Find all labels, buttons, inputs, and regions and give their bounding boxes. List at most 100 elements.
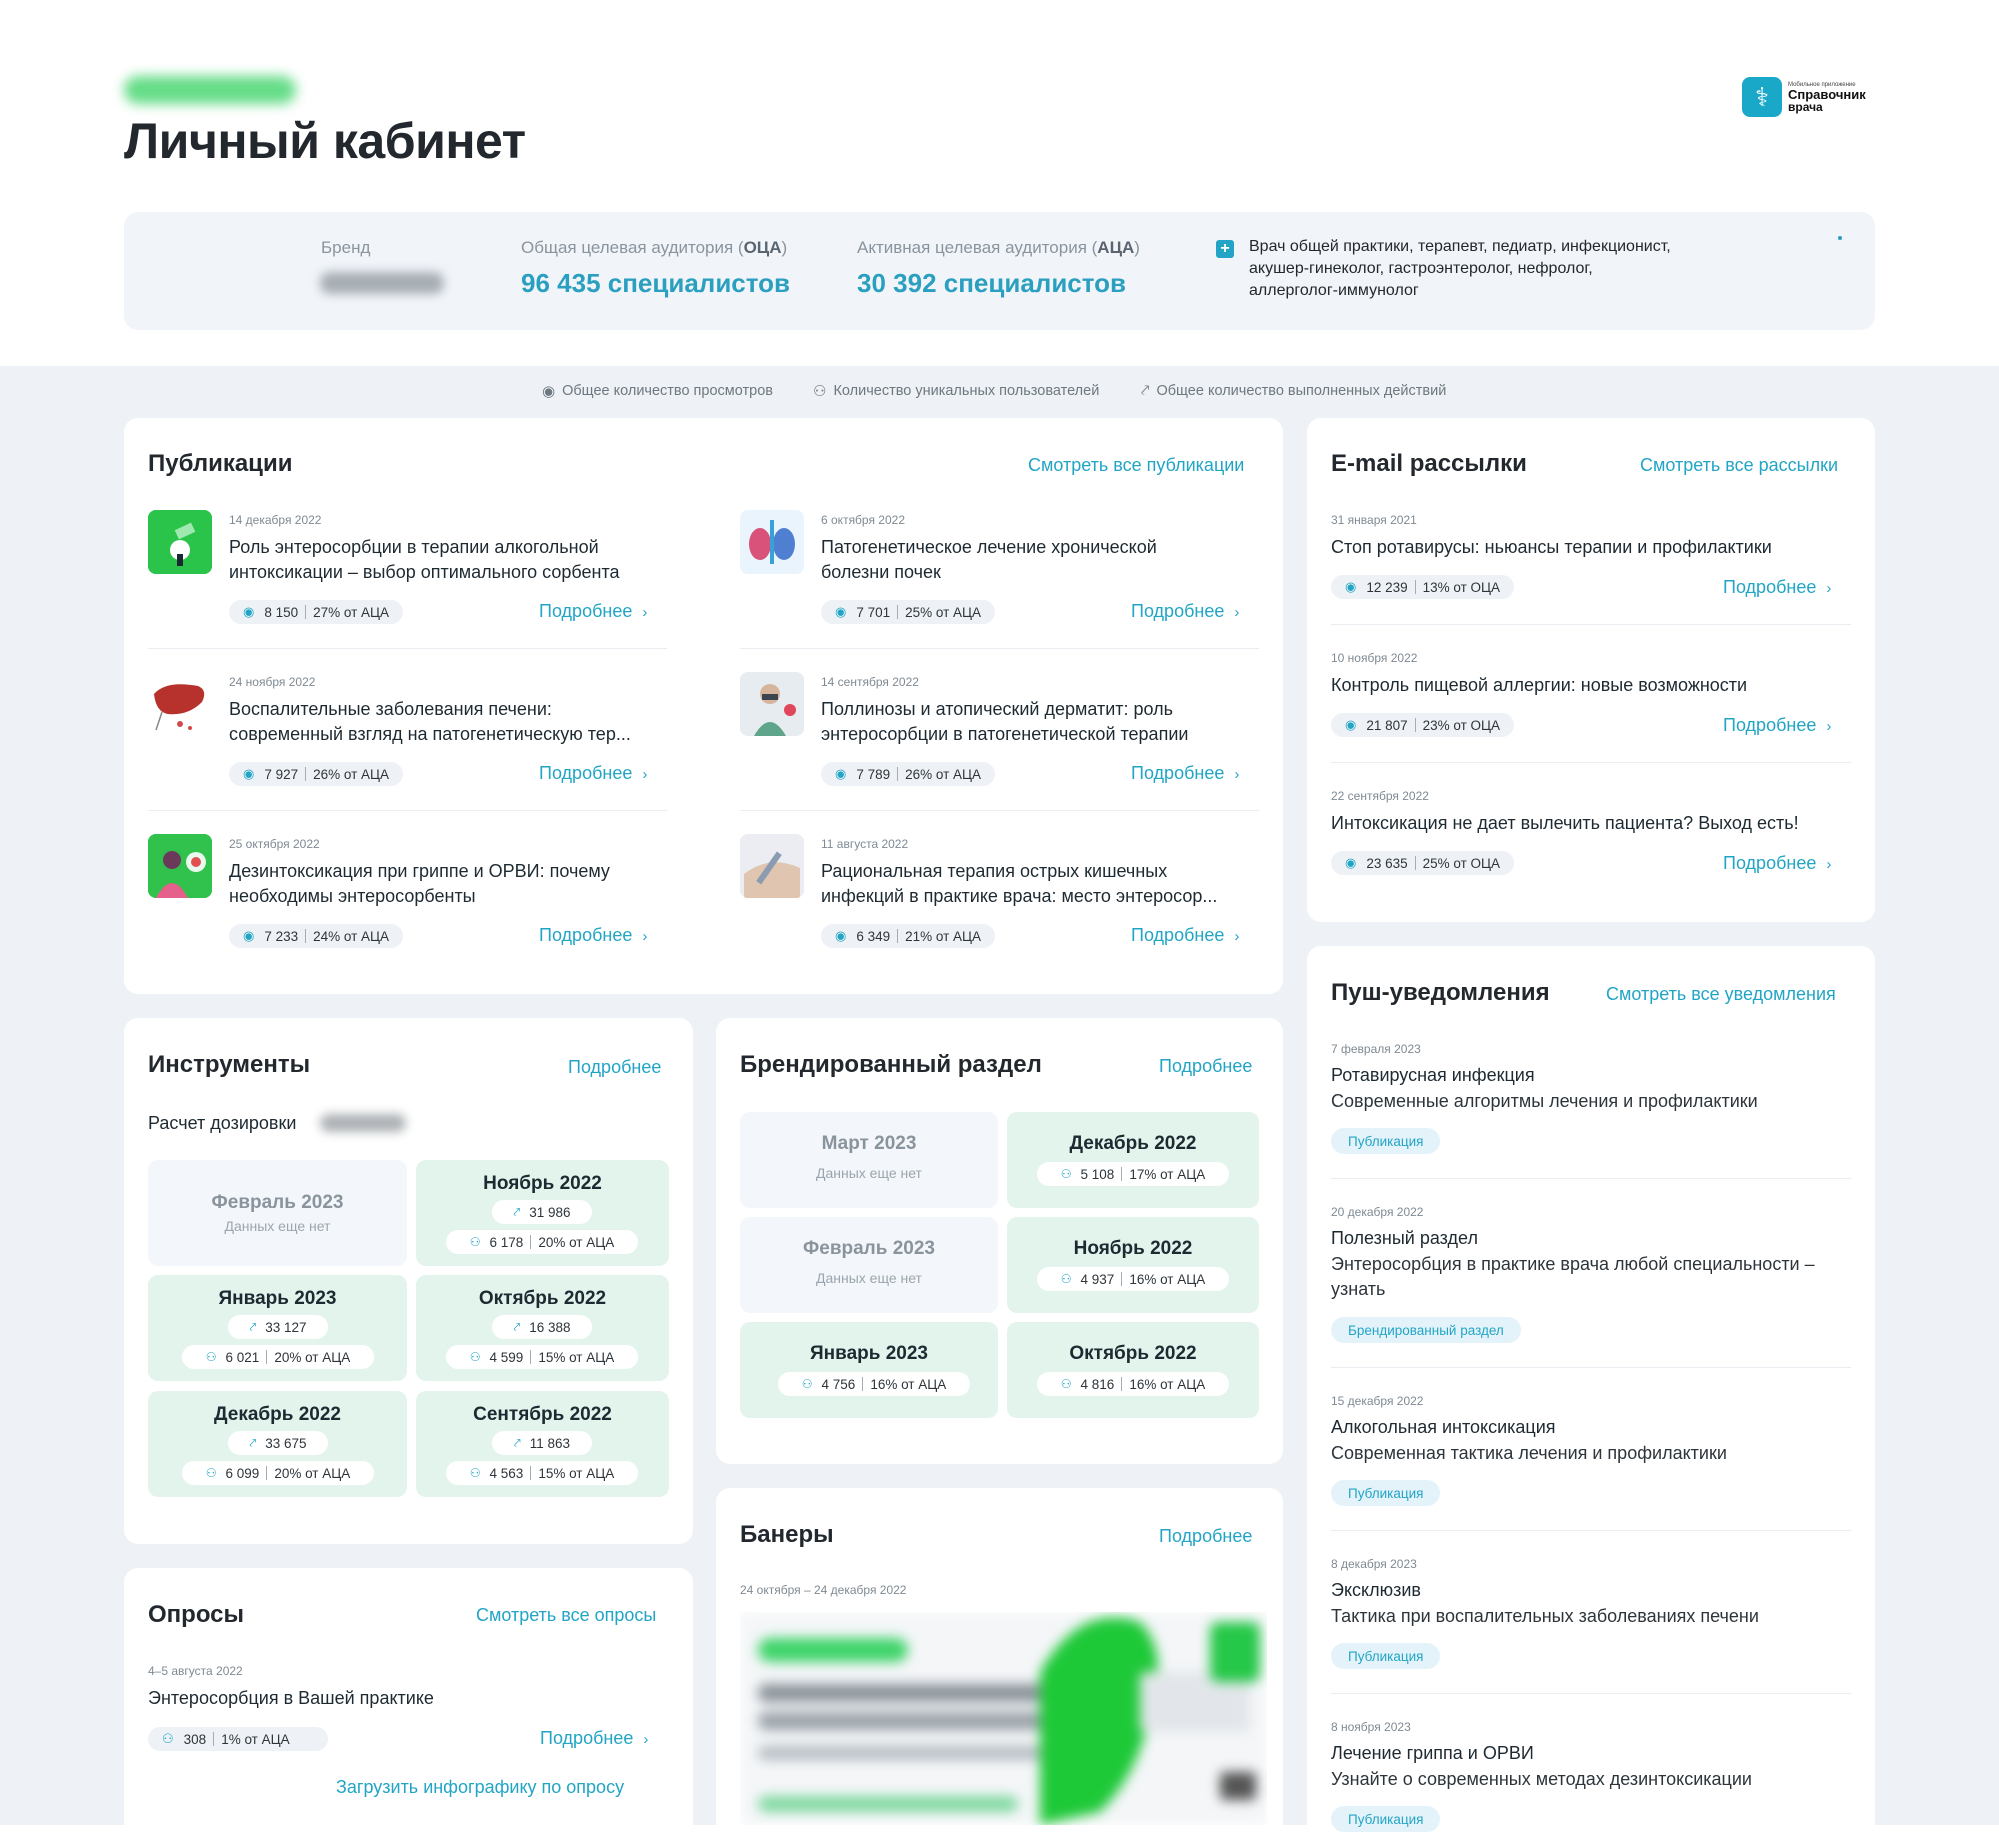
users-icon: ⚇ xyxy=(205,1466,217,1480)
users-stat: ⚇ 4 563 15% от АЦА xyxy=(446,1461,638,1485)
tools-tile-jan-2023[interactable]: Январь 2023 ⤤ 33 127 ⚇ 6 021 20% от АЦА xyxy=(148,1275,407,1381)
publication-thumb-liver[interactable] xyxy=(148,672,212,736)
eye-icon: ◉ xyxy=(542,383,556,400)
eye-icon: ◉ xyxy=(243,604,255,619)
publication-stats: ◉ 8 150 27% от АЦА xyxy=(229,600,404,624)
branded-title: Брендированный раздел xyxy=(740,1051,1042,1078)
users-icon: ⚇ xyxy=(1060,1167,1072,1181)
email-date: 31 января 2021 xyxy=(1331,513,1417,527)
publication-title[interactable]: Рациональная терапия острых кишечных инфе… xyxy=(821,859,1217,909)
eye-icon: ◉ xyxy=(835,604,847,619)
email-more-link[interactable]: Подробнее › xyxy=(1723,853,1831,874)
email-item-title[interactable]: Контроль пищевой аллергии: новые возможн… xyxy=(1331,673,1747,698)
publication-date: 24 ноября 2022 xyxy=(229,675,316,689)
users-stat: ⚇ 5 108 17% от АЦА xyxy=(1037,1162,1229,1186)
actions-stat: ⤤ 11 863 xyxy=(492,1431,592,1455)
tools-tile-sep-2022[interactable]: Сентябрь 2022 ⤤ 11 863 ⚇ 4 563 15% от АЦА xyxy=(416,1391,669,1497)
pointer-icon: ⤤ xyxy=(513,1319,521,1334)
publication-date: 25 октября 2022 xyxy=(229,837,320,851)
tools-tile-oct-2022[interactable]: Октябрь 2022 ⤤ 16 388 ⚇ 4 599 15% от АЦА xyxy=(416,1275,669,1381)
legend-users: ⚇ Количество уникальных пользователей xyxy=(813,383,1100,400)
users-stat: ⚇ 4 816 16% от АЦА xyxy=(1037,1372,1229,1396)
eye-icon: ◉ xyxy=(243,766,255,781)
push-item-title[interactable]: Лечение гриппа и ОРВИ xyxy=(1331,1743,1534,1764)
push-date: 8 ноября 2023 xyxy=(1331,1720,1411,1734)
publication-more-link[interactable]: Подробнее › xyxy=(539,601,647,622)
brand-label: Бренд xyxy=(321,238,371,257)
divider xyxy=(740,810,1259,811)
branded-tile-nov-2022[interactable]: Ноябрь 2022 ⚇ 4 937 16% от АЦА xyxy=(1007,1217,1259,1313)
publication-more-link[interactable]: Подробнее › xyxy=(539,763,647,784)
all-push-link[interactable]: Смотреть все уведомления xyxy=(1606,984,1836,1005)
publication-thumb-alcohol[interactable] xyxy=(148,510,212,574)
tools-tile-nov-2022[interactable]: Ноябрь 2022 ⤤ 31 986 ⚇ 6 178 20% от АЦА xyxy=(416,1160,669,1266)
email-more-link[interactable]: Подробнее › xyxy=(1723,577,1831,598)
publication-more-link[interactable]: Подробнее › xyxy=(1131,925,1239,946)
publication-thumb-pollinosis[interactable] xyxy=(740,672,804,736)
tools-tile-feb-2023[interactable]: Февраль 2023 Данных еще нет xyxy=(148,1160,407,1266)
publication-more-link[interactable]: Подробнее › xyxy=(1131,601,1239,622)
push-badge: Публикация xyxy=(1331,1806,1441,1832)
push-badge: Публикация xyxy=(1331,1480,1441,1506)
download-infographic-link[interactable]: Загрузить инфографику по опросу xyxy=(336,1777,624,1798)
publication-thumb-intestinal[interactable] xyxy=(740,834,804,898)
publication-thumb-kidney[interactable] xyxy=(740,510,804,574)
publication-title[interactable]: Поллинозы и атопический дерматит: роль эн… xyxy=(821,697,1188,747)
branded-tile-dec-2022[interactable]: Декабрь 2022 ⚇ 5 108 17% от АЦА xyxy=(1007,1112,1259,1208)
push-item-title[interactable]: Эксклюзив xyxy=(1331,1580,1421,1601)
publication-title[interactable]: Патогенетическое лечение хронической боле… xyxy=(821,535,1157,585)
publication-stats: ◉ 6 349 21% от АЦА xyxy=(821,924,996,948)
users-stat: ⚇ 6 099 20% от АЦА xyxy=(182,1461,374,1485)
branded-tile-mar-2023[interactable]: Март 2023 Данных еще нет xyxy=(740,1112,998,1208)
divider xyxy=(148,810,667,811)
branded-more-link[interactable]: Подробнее xyxy=(1159,1056,1252,1077)
email-stats: ◉ 23 635 25% от ОЦА xyxy=(1331,851,1515,875)
survey-title[interactable]: Энтеросорбция в Вашей практике xyxy=(148,1686,434,1711)
branded-tile-jan-2023[interactable]: Январь 2023 ⚇ 4 756 16% от АЦА xyxy=(740,1322,998,1418)
legend-actions: ⤤ Общее количество выполненных действий xyxy=(1141,382,1447,399)
tools-more-link[interactable]: Подробнее xyxy=(568,1057,661,1078)
push-item-subtitle: Современные алгоритмы лечения и профилак… xyxy=(1331,1091,1758,1111)
push-item-title[interactable]: Полезный раздел xyxy=(1331,1228,1478,1249)
all-publications-link[interactable]: Смотреть все публикации xyxy=(1028,455,1244,476)
actions-stat: ⤤ 16 388 xyxy=(492,1315,592,1339)
divider xyxy=(1331,1367,1851,1368)
email-item-title[interactable]: Интоксикация не дает вылечить пациента? … xyxy=(1331,811,1799,836)
blurred-banner-preview[interactable] xyxy=(740,1612,1267,1825)
divider xyxy=(1331,1530,1851,1531)
banners-period: 24 октября – 24 декабря 2022 xyxy=(740,1583,907,1597)
publication-title[interactable]: Воспалительные заболевания печени: соврем… xyxy=(229,697,631,747)
tools-tile-dec-2022[interactable]: Декабрь 2022 ⤤ 33 675 ⚇ 6 099 20% от АЦА xyxy=(148,1391,407,1497)
chevron-right-icon: › xyxy=(642,604,648,621)
plus-icon[interactable]: + xyxy=(1216,240,1234,258)
publication-more-link[interactable]: Подробнее › xyxy=(539,925,647,946)
push-item-title[interactable]: Алкогольная интоксикация xyxy=(1331,1417,1556,1438)
chevron-right-icon: › xyxy=(1826,718,1832,735)
push-date: 7 февраля 2023 xyxy=(1331,1042,1421,1056)
aca-label: Активная целевая аудитория (АЦА) xyxy=(857,238,1140,257)
survey-more-link[interactable]: Подробнее › xyxy=(540,1728,648,1749)
app-logo[interactable]: ⚕ Мобильное приложение Справочник врача xyxy=(1742,77,1866,117)
email-item-title[interactable]: Стоп ротавирусы: ньюансы терапии и профи… xyxy=(1331,535,1772,560)
banners-more-link[interactable]: Подробнее xyxy=(1159,1526,1252,1547)
divider xyxy=(740,648,1259,649)
users-icon: ⚇ xyxy=(469,1350,481,1364)
publication-title[interactable]: Дезинтоксикация при гриппе и ОРВИ: почем… xyxy=(229,859,610,909)
branded-tile-oct-2022[interactable]: Октябрь 2022 ⚇ 4 816 16% от АЦА xyxy=(1007,1322,1259,1418)
menu-dot-icon[interactable] xyxy=(1838,236,1842,240)
all-surveys-link[interactable]: Смотреть все опросы xyxy=(476,1605,656,1626)
publication-more-link[interactable]: Подробнее › xyxy=(1131,763,1239,784)
publication-date: 14 сентября 2022 xyxy=(821,675,919,689)
pointer-icon: ⤤ xyxy=(249,1435,257,1450)
divider xyxy=(1331,1178,1851,1179)
push-item-title[interactable]: Ротавирусная инфекция xyxy=(1331,1065,1535,1086)
push-date: 15 декабря 2022 xyxy=(1331,1394,1424,1408)
publication-title[interactable]: Роль энтеросорбции в терапии алкогольной… xyxy=(229,535,620,585)
email-stats: ◉ 21 807 23% от ОЦА xyxy=(1331,713,1515,737)
users-icon: ⚇ xyxy=(469,1235,481,1249)
all-emails-link[interactable]: Смотреть все рассылки xyxy=(1640,455,1838,476)
publication-thumb-flu[interactable] xyxy=(148,834,212,898)
chevron-right-icon: › xyxy=(642,928,648,945)
branded-tile-feb-2023[interactable]: Февраль 2023 Данных еще нет xyxy=(740,1217,998,1313)
email-more-link[interactable]: Подробнее › xyxy=(1723,715,1831,736)
